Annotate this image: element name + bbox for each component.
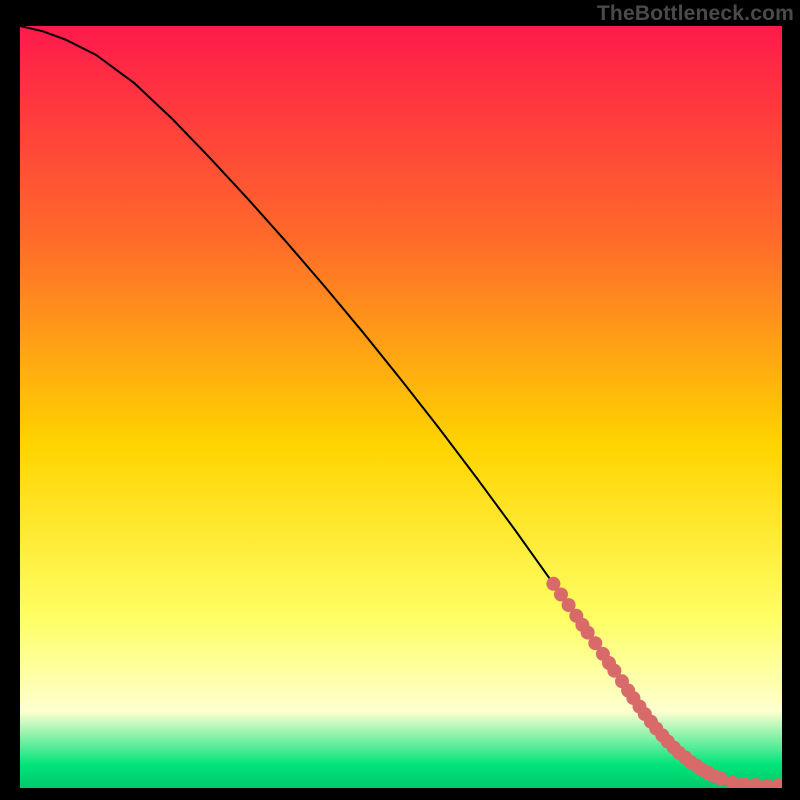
gradient-background [20,26,782,788]
chart-frame: TheBottleneck.com [0,0,800,800]
watermark-text: TheBottleneck.com [597,2,794,26]
chart-svg [20,26,782,788]
plot-area [20,26,782,788]
